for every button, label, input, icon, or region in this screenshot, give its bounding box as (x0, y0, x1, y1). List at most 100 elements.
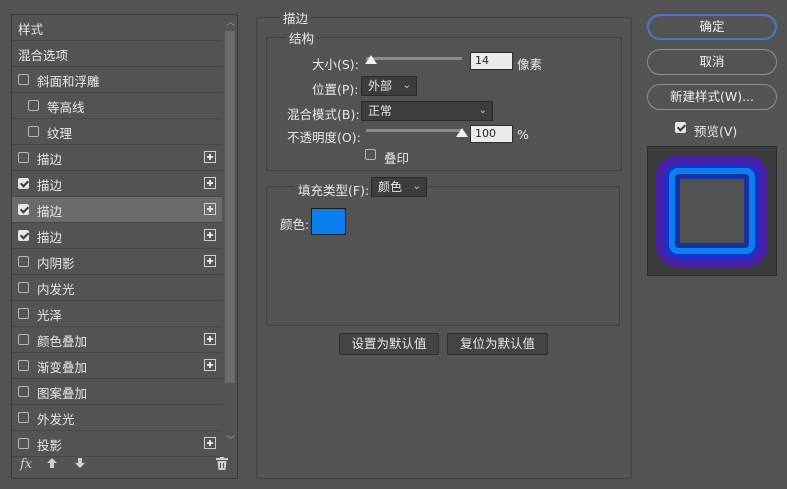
add-style-icon[interactable] (204, 151, 216, 163)
new-style-button[interactable]: 新建样式(W)... (647, 84, 777, 110)
chevron-down-icon: ⌄ (412, 181, 421, 192)
stroke-section-title: 描边 (280, 8, 312, 27)
style-checkbox[interactable] (18, 360, 29, 371)
fill-type-dropdown[interactable]: 颜色 ⌄ (371, 177, 427, 197)
color-label: 颜色: (280, 217, 310, 232)
style-row[interactable]: 投影 (12, 431, 222, 457)
style-row[interactable]: 图案叠加 (12, 379, 222, 405)
style-row-label: 颜色叠加 (37, 334, 88, 349)
style-row[interactable]: 样式 (12, 15, 222, 41)
style-row[interactable]: 颜色叠加 (12, 327, 222, 353)
size-unit-label: 像素 (517, 57, 543, 72)
reset-default-button[interactable]: 复位为默认值 (447, 333, 548, 355)
opacity-slider-thumb[interactable] (456, 128, 468, 137)
style-row-label: 等高线 (47, 100, 85, 115)
trash-icon[interactable] (216, 457, 228, 474)
opacity-input[interactable]: 100 (470, 125, 513, 143)
style-row-label: 外发光 (37, 412, 75, 427)
style-row[interactable]: 描边 (12, 145, 222, 171)
style-row-label: 描边 (37, 230, 63, 245)
style-row-label: 描边 (37, 152, 63, 167)
move-down-icon[interactable] (74, 457, 86, 473)
position-value: 外部 (368, 79, 393, 93)
add-style-icon[interactable] (204, 437, 216, 449)
style-row-label: 投影 (37, 438, 63, 453)
style-checkbox[interactable] (28, 126, 39, 137)
style-checkbox[interactable] (18, 386, 29, 397)
size-slider-thumb[interactable] (364, 55, 377, 64)
add-style-icon[interactable] (204, 333, 216, 345)
style-checkbox[interactable] (18, 412, 29, 423)
style-checkbox[interactable] (18, 308, 29, 319)
style-row-label: 样式 (18, 22, 44, 37)
size-input[interactable]: 14 (470, 52, 513, 70)
fill-type-group (266, 186, 620, 326)
size-label: 大小(S): (312, 57, 359, 72)
move-up-icon[interactable] (46, 457, 58, 473)
preview-label: 预览(V) (694, 124, 738, 139)
style-row-label: 描边 (37, 204, 63, 219)
fx-icon[interactable]: fx (20, 457, 32, 472)
styles-list-panel: 样式 混合选项 斜面和浮雕 等高线 纹理 描边 描边 描边 描边 内阴影 内发光 光泽 颜色叠加 渐变叠加… (11, 14, 238, 479)
style-row[interactable]: 内阴影 (12, 249, 222, 275)
preview-thumbnail (647, 146, 777, 276)
scroll-down-icon[interactable]: ﹀ (226, 437, 235, 446)
style-row-label: 描边 (37, 178, 63, 193)
style-row[interactable]: 纹理 (12, 119, 222, 145)
add-style-icon[interactable] (204, 177, 216, 189)
add-style-icon[interactable] (204, 229, 216, 241)
style-row[interactable]: 描边 (12, 197, 222, 223)
style-row[interactable]: 内发光 (12, 275, 222, 301)
style-row[interactable]: 渐变叠加 (12, 353, 222, 379)
style-checkbox[interactable] (18, 256, 29, 267)
style-row[interactable]: 混合选项 (12, 41, 222, 67)
ok-button[interactable]: 确定 (647, 14, 777, 40)
style-row[interactable]: 描边 (12, 223, 222, 249)
opacity-label: 不透明度(O): (287, 130, 361, 145)
preview-checkbox[interactable] (675, 122, 686, 133)
style-checkbox[interactable] (18, 204, 29, 215)
chevron-down-icon: ⌄ (402, 80, 411, 91)
style-row[interactable]: 斜面和浮雕 (12, 67, 222, 93)
style-row-label: 光泽 (37, 308, 63, 323)
style-checkbox[interactable] (18, 178, 29, 189)
position-dropdown[interactable]: 外部 ⌄ (361, 76, 417, 96)
style-checkbox[interactable] (18, 152, 29, 163)
opacity-slider-track[interactable] (366, 129, 462, 132)
add-style-icon[interactable] (204, 255, 216, 267)
size-slider-track[interactable] (366, 57, 462, 60)
add-style-icon[interactable] (204, 203, 216, 215)
list-footer: fx (12, 455, 237, 479)
blend-mode-value: 正常 (368, 104, 393, 118)
chevron-down-icon: ⌄ (478, 105, 487, 116)
style-row-label: 纹理 (47, 126, 73, 141)
style-row[interactable]: 光泽 (12, 301, 222, 327)
scroll-up-icon[interactable]: ︿ (226, 19, 235, 28)
color-swatch[interactable] (311, 208, 346, 235)
style-checkbox[interactable] (18, 230, 29, 241)
blend-mode-dropdown[interactable]: 正常 ⌄ (361, 101, 493, 121)
overprint-checkbox[interactable] (365, 149, 376, 160)
style-row[interactable]: 描边 (12, 171, 222, 197)
style-checkbox[interactable] (18, 334, 29, 345)
preview-shape (656, 155, 768, 267)
style-checkbox[interactable] (18, 438, 29, 449)
style-row-label: 图案叠加 (37, 386, 88, 401)
style-checkbox[interactable] (18, 74, 29, 85)
style-row[interactable]: 外发光 (12, 405, 222, 431)
set-default-button[interactable]: 设置为默认值 (339, 333, 439, 355)
style-row-label: 斜面和浮雕 (37, 74, 100, 89)
position-label: 位置(P): (312, 82, 359, 97)
style-row-label: 混合选项 (18, 48, 69, 63)
style-checkbox[interactable] (28, 100, 39, 111)
style-checkbox[interactable] (18, 282, 29, 293)
add-style-icon[interactable] (204, 359, 216, 371)
scroll-thumb[interactable] (225, 31, 235, 383)
style-row[interactable]: 等高线 (12, 93, 222, 119)
blend-mode-label: 混合模式(B): (287, 107, 360, 122)
opacity-unit-label: % (517, 127, 529, 142)
style-row-label: 内阴影 (37, 256, 75, 271)
cancel-button[interactable]: 取消 (647, 49, 777, 75)
overprint-label: 叠印 (384, 151, 410, 166)
style-row-label: 渐变叠加 (37, 360, 88, 375)
